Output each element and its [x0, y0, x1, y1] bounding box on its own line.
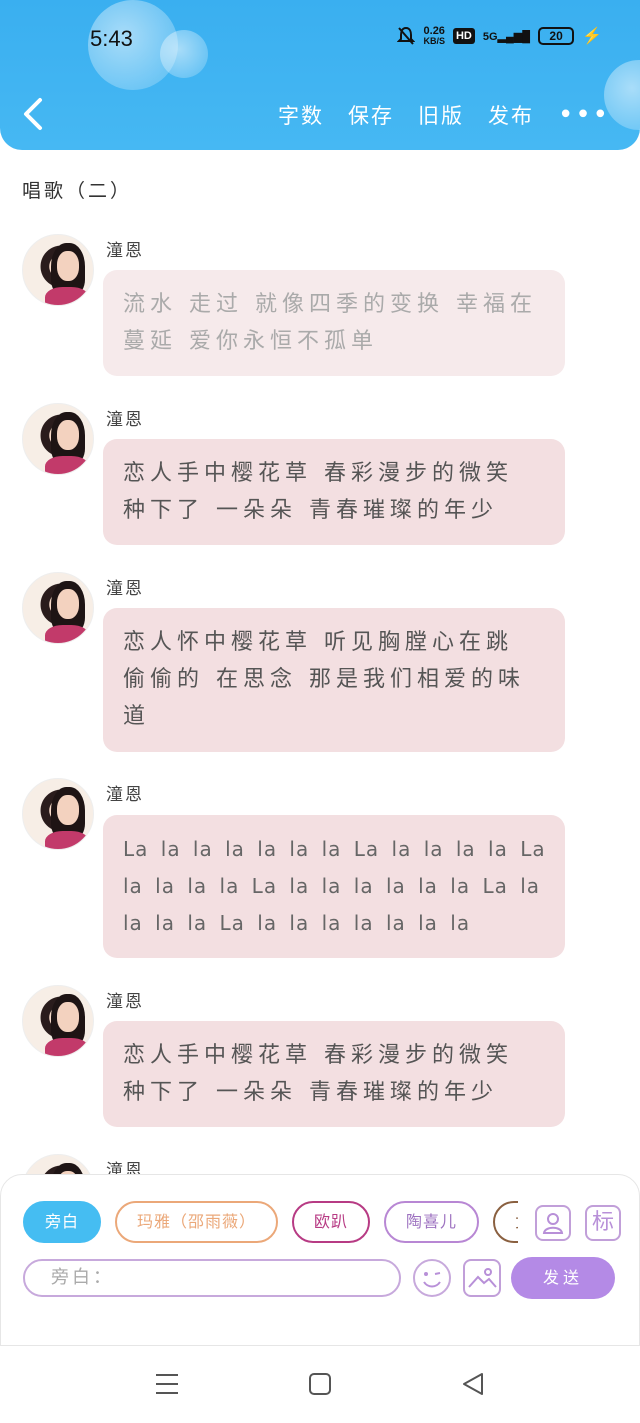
emoji-icon[interactable]: [413, 1259, 451, 1297]
role-chip-more[interactable]: 女: [493, 1201, 518, 1243]
avatar[interactable]: [22, 234, 94, 306]
message-bubble[interactable]: 流水 走过 就像四季的变换 幸福在蔓延 爱你永恒不孤单: [103, 270, 565, 376]
composer-panel: 旁白 玛雅（邵雨薇） 欧趴 陶喜儿 女 标 旁白： 发送: [0, 1174, 640, 1346]
avatar[interactable]: [22, 985, 94, 1057]
message-bubble[interactable]: La la la la la la la La la la la la La l…: [103, 815, 565, 958]
role-chip-taoxier[interactable]: 陶喜儿: [384, 1201, 480, 1243]
toolbar-actions: 字数 保存 旧版 发布 •••: [278, 100, 610, 130]
role-chips: 旁白 玛雅（邵雨薇） 欧趴 陶喜儿 女: [23, 1201, 518, 1245]
sender-name: 潼恩: [106, 410, 144, 430]
role-chip-maya[interactable]: 玛雅（邵雨薇）: [115, 1201, 279, 1243]
message-bubble[interactable]: 恋人手中樱花草 春彩漫步的微笑 种下了 一朵朵 青春璀璨的年少: [103, 1021, 565, 1127]
avatar[interactable]: [22, 778, 94, 850]
signal-icon: 5G▂▄▆█: [482, 30, 531, 43]
role-chip-narrator[interactable]: 旁白: [23, 1201, 102, 1243]
sender-name: 潼恩: [106, 992, 144, 1012]
tag-button[interactable]: 标: [585, 1205, 621, 1241]
publish-button[interactable]: 发布: [488, 100, 534, 130]
person-card-icon[interactable]: [535, 1205, 571, 1241]
status-icons: 0.26 KB/S HD 5G▂▄▆█ 20 ⚡: [397, 26, 602, 46]
save-button[interactable]: 保存: [348, 100, 394, 130]
sender-name: 潼恩: [106, 785, 144, 805]
hd-badge: HD: [452, 28, 475, 44]
more-icon[interactable]: •••: [558, 100, 610, 130]
word-count-button[interactable]: 字数: [278, 100, 324, 130]
message-input[interactable]: 旁白：: [23, 1259, 401, 1297]
avatar[interactable]: [22, 572, 94, 644]
role-chip-oupa[interactable]: 欧趴: [292, 1201, 371, 1243]
app-header: 5:43 0.26 KB/S HD 5G▂▄▆█ 20 ⚡ 字数 保存 旧版 发…: [0, 0, 640, 150]
sender-name: 潼恩: [106, 241, 144, 261]
mute-bell-icon: [397, 26, 416, 45]
net-speed: 0.26 KB/S: [423, 25, 445, 47]
status-bar: 5:43 0.26 KB/S HD 5G▂▄▆█ 20 ⚡: [0, 0, 640, 80]
sender-name: 潼恩: [106, 579, 144, 599]
home-icon[interactable]: [308, 1372, 332, 1396]
back-nav-icon[interactable]: [460, 1372, 486, 1396]
message-bubble[interactable]: 恋人怀中樱花草 听见胸膛心在跳 偷偷的 在思念 那是我们相爱的味道: [103, 608, 565, 752]
menu-icon[interactable]: [154, 1372, 180, 1396]
old-version-button[interactable]: 旧版: [418, 100, 464, 130]
battery-icon: 20: [538, 27, 575, 45]
charging-icon: ⚡: [582, 28, 602, 45]
status-time: 5:43: [90, 26, 133, 51]
page-title: 唱歌（二）: [22, 180, 133, 202]
system-nav-bar: [0, 1346, 640, 1423]
message-bubble[interactable]: 恋人手中樱花草 春彩漫步的微笑 种下了 一朵朵 青春璀璨的年少: [103, 439, 565, 545]
send-button[interactable]: 发送: [511, 1257, 615, 1299]
image-icon[interactable]: [463, 1259, 501, 1297]
back-arrow-icon[interactable]: [20, 96, 50, 132]
avatar[interactable]: [22, 403, 94, 475]
